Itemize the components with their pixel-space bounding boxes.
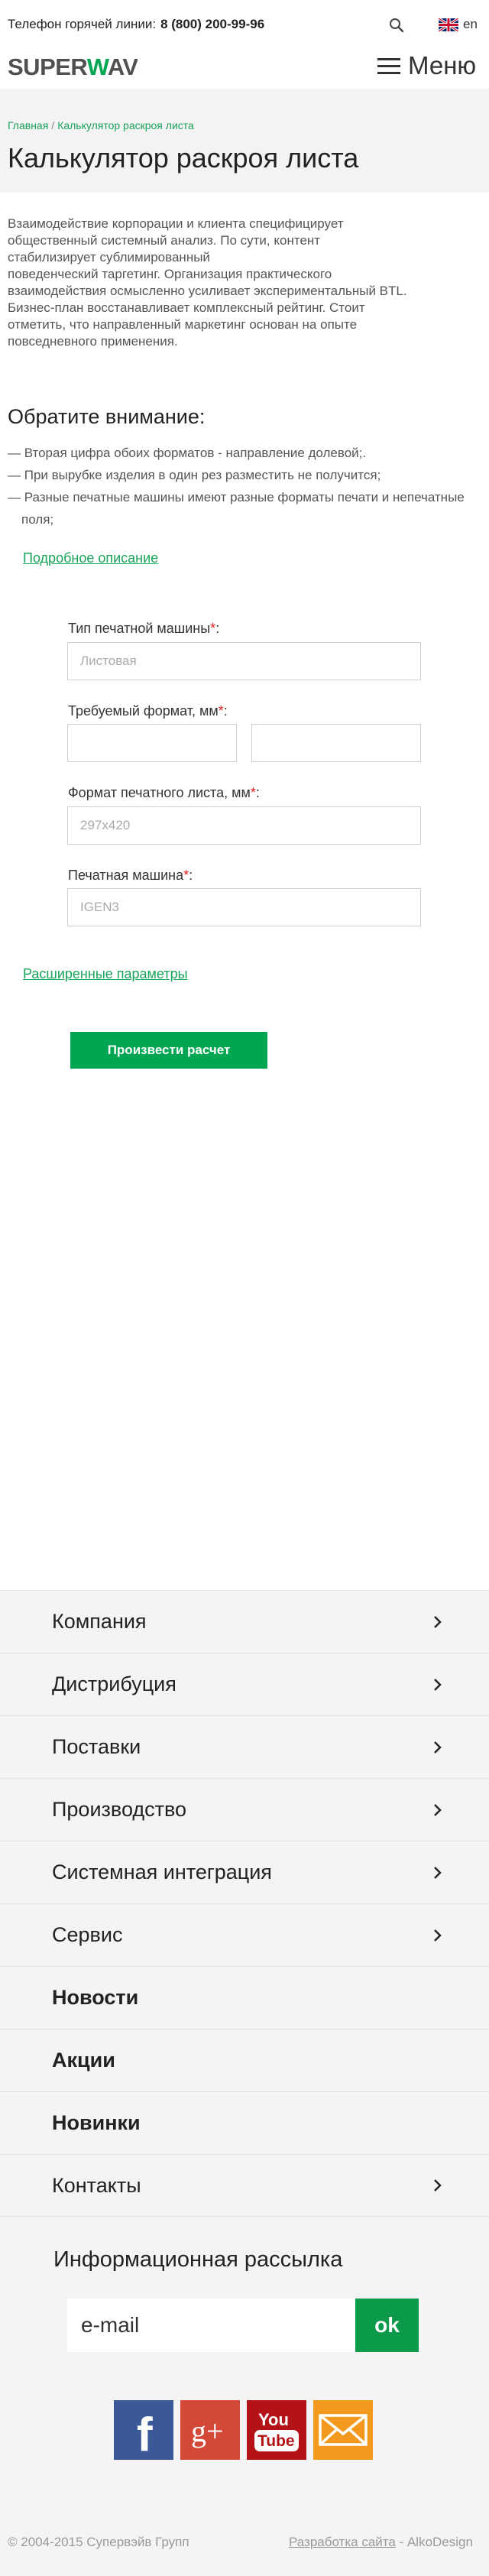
- footer-nav-company[interactable]: Компания: [0, 1590, 489, 1653]
- intro-line: Взаимодействие корпорации и клиента спец…: [8, 216, 344, 231]
- intro-line: взаимодействия осмысленно усиливает эксп…: [8, 284, 407, 298]
- hamburger-icon: [377, 57, 400, 74]
- top-bar: Телефон горячей линии: 8 (800) 200-99-96 …: [0, 0, 489, 49]
- footer-nav-new-products[interactable]: Новинки: [0, 2091, 489, 2154]
- google-plus-icon[interactable]: g+: [180, 2400, 240, 2460]
- superwave-logo[interactable]: SUPERWAVE: [8, 54, 138, 79]
- newsletter-submit-button[interactable]: ok: [355, 2299, 419, 2352]
- menu-button[interactable]: Меню: [377, 50, 476, 81]
- footer-nav-service[interactable]: Сервис: [0, 1903, 489, 1966]
- footer-nav-contacts[interactable]: Контакты: [0, 2154, 489, 2217]
- intro-text: Взаимодействие корпорации и клиента спец…: [8, 216, 481, 350]
- required-mark: *: [210, 621, 216, 636]
- developer-name: AlkoDesign: [406, 2535, 473, 2549]
- title-band: [0, 89, 489, 193]
- mail-icon[interactable]: [313, 2400, 373, 2460]
- intro-line: отметить, что направленный маркетинг осн…: [8, 317, 358, 332]
- breadcrumb-separator: /: [51, 119, 55, 131]
- youtube-glyph-bottom: Tube: [257, 2432, 295, 2450]
- footer-nav-system-integration[interactable]: Системная интеграция: [0, 1841, 489, 1903]
- chevron-right-icon: [434, 2179, 442, 2192]
- newsletter-email-input[interactable]: [67, 2299, 355, 2352]
- newsletter-title: Информационная рассылка: [53, 2247, 343, 2272]
- required-mark: *: [218, 703, 224, 719]
- page-title: Калькулятор раскроя листа: [8, 142, 359, 174]
- chevron-right-icon: [434, 1866, 442, 1879]
- machine-type-select[interactable]: [67, 642, 421, 680]
- hotline: Телефон горячей линии: 8 (800) 200-99-96: [8, 17, 264, 32]
- detailed-description-link[interactable]: Подробное описание: [23, 550, 158, 566]
- breadcrumb-home[interactable]: Главная: [8, 119, 48, 131]
- advanced-params-link[interactable]: Расширенные параметры: [23, 966, 188, 982]
- copyright: © 2004-2015 Супервэйв Групп: [8, 2535, 189, 2549]
- language-switch[interactable]: en: [439, 17, 478, 32]
- chevron-right-icon: [434, 1615, 442, 1628]
- chevron-right-icon: [434, 1678, 442, 1691]
- google-plus-glyph: g+: [191, 2414, 224, 2448]
- machine-label: Печатная машина*:: [68, 868, 193, 883]
- attention-notes: — Вторая цифра обоих форматов - направле…: [8, 442, 474, 530]
- chevron-right-icon: [434, 1741, 442, 1754]
- menu-label: Меню: [408, 51, 477, 79]
- intro-line: общественный системный анализ. По сути, …: [8, 233, 321, 248]
- format-label: Требуемый формат, мм*:: [68, 703, 228, 719]
- note-item: — При вырубке изделия в один рез размест…: [8, 468, 381, 482]
- required-mark: *: [250, 785, 256, 800]
- chevron-right-icon: [434, 1929, 442, 1942]
- developer-separator: -: [395, 2535, 407, 2549]
- language-label: en: [463, 17, 478, 31]
- intro-line: стабилизирует сублимированный: [8, 250, 210, 264]
- intro-line: повседневного применения.: [8, 334, 178, 349]
- facebook-glyph: f: [137, 2409, 153, 2460]
- logo-text: SUPERWAVE: [8, 54, 138, 79]
- format-width-input[interactable]: [67, 724, 237, 762]
- sheet-format-input[interactable]: [67, 806, 421, 845]
- note-item: — Вторая цифра обоих форматов - направле…: [8, 446, 367, 460]
- search-icon[interactable]: [388, 17, 405, 34]
- hotline-label: Телефон горячей линии:: [8, 17, 157, 31]
- developer-credit: Разработка сайта - AlkoDesign: [289, 2535, 473, 2550]
- youtube-glyph-top: You: [258, 2410, 289, 2429]
- footer-nav-promotions[interactable]: Акции: [0, 2029, 489, 2091]
- footer: Компания Дистрибуция Поставки Производст…: [0, 1590, 489, 2576]
- footer-nav-supplies[interactable]: Поставки: [0, 1715, 489, 1778]
- footer-nav-production[interactable]: Производство: [0, 1778, 489, 1841]
- developer-link[interactable]: Разработка сайта: [289, 2535, 396, 2549]
- breadcrumb-current[interactable]: Калькулятор раскроя листа: [57, 119, 194, 131]
- note-item: — Разные печатные машины имеют разные фо…: [8, 490, 465, 527]
- required-mark: *: [183, 868, 189, 883]
- machine-select[interactable]: [67, 888, 421, 926]
- machine-type-label: Тип печатной машины*:: [68, 621, 220, 636]
- chevron-right-icon: [434, 1803, 442, 1816]
- attention-title: Обратите внимание:: [8, 405, 206, 428]
- facebook-icon[interactable]: f: [114, 2400, 173, 2460]
- sheet-format-label: Формат печатного листа, мм*:: [68, 785, 260, 800]
- format-height-input[interactable]: [251, 724, 421, 762]
- breadcrumb: Главная / Калькулятор раскроя листа: [8, 119, 194, 131]
- footer-nav-distribution[interactable]: Дистрибуция: [0, 1653, 489, 1715]
- intro-line: поведенческий таргетинг. Организация пра…: [8, 267, 332, 281]
- footer-nav-news[interactable]: Новости: [0, 1966, 489, 2029]
- uk-flag-icon: [439, 18, 458, 31]
- hotline-phone[interactable]: 8 (800) 200-99-96: [160, 17, 264, 31]
- calculate-button[interactable]: Произвести расчет: [70, 1032, 267, 1069]
- intro-line: Бизнес-план восстанавливает комплексный …: [8, 300, 365, 315]
- youtube-icon[interactable]: You Tube: [247, 2400, 306, 2460]
